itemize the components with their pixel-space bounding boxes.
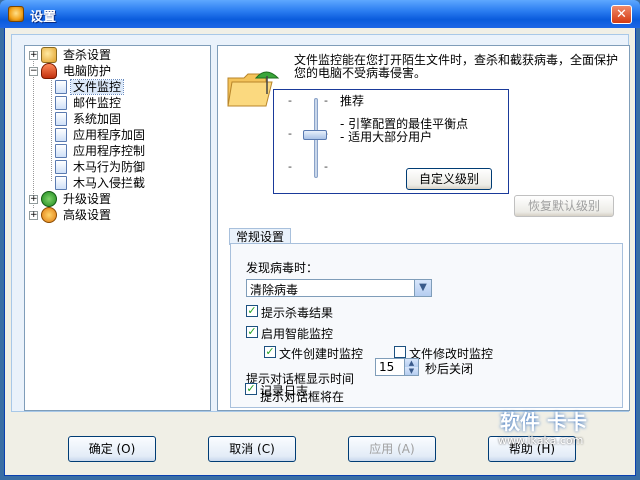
spinner-up-icon[interactable]: ▲ [404,359,418,367]
tree-item-mail-monitor[interactable]: 邮件监控 [55,95,123,111]
settings-window: 设置 ✕ + 查杀设置 − 电脑防护 文件监控 邮件监控 系统加固 应用程序加固… [0,0,640,480]
tree-item-file-monitor[interactable]: 文件监控 [55,79,125,95]
cancel-button[interactable]: 取消 (C) [208,436,296,462]
dialog-seconds-spinner[interactable]: 15 ▲ ▼ [375,358,419,376]
tree-item-app-control[interactable]: 应用程序控制 [55,143,147,159]
document-icon [55,128,67,142]
tree-label: 应用程序控制 [73,144,146,158]
apply-button[interactable]: 应用 (A) [348,436,436,462]
tree-label: 系统加固 [73,112,122,126]
document-icon [55,80,67,94]
content-frame: + 查杀设置 − 电脑防护 文件监控 邮件监控 系统加固 应用程序加固 应用程序… [11,34,630,412]
ok-button[interactable]: 确定 (O) [68,436,156,462]
document-icon [55,112,67,126]
tree-label: 木马行为防御 [73,160,146,174]
smart-monitor-label: 启用智能监控 [261,327,334,341]
tree-label: 应用程序加固 [73,128,146,142]
settings-tree: + 查杀设置 − 电脑防护 文件监控 邮件监控 系统加固 应用程序加固 应用程序… [24,45,211,411]
tree-item-app-hardening[interactable]: 应用程序加固 [55,127,147,143]
tree-label: 查杀设置 [63,48,112,62]
on-virus-select[interactable]: 清除病毒 ▼ [246,279,432,297]
log-label: 记录日志 [260,384,309,398]
tree-label: 升级设置 [63,192,112,206]
watermark-logo: 软件 卡卡 [500,410,587,434]
document-icon [55,144,67,158]
close-button[interactable]: ✕ [611,5,632,24]
tree-item-system-hardening[interactable]: 系统加固 [55,111,123,127]
spinner-down-icon[interactable]: ▼ [404,367,418,375]
level-name: 推荐 [340,94,365,108]
watermark-url: www.ikaka.com [498,434,584,447]
folder-umbrella-icon [227,71,280,107]
feature-description: 文件监控能在您打开陌生文件时，查杀和截获病毒，全面保护您的电脑不受病毒侵害。 [294,53,619,80]
expand-plus-icon[interactable]: + [29,195,38,204]
shield-icon [41,63,57,79]
tree-label: 高级设置 [63,208,112,222]
on-virus-select-value: 清除病毒 [250,283,299,297]
tree-label: 木马入侵拦截 [73,176,146,190]
spinner-buttons: ▲ ▼ [404,359,418,375]
custom-level-button[interactable]: 自定义级别 [406,168,492,190]
tree-label: 邮件监控 [73,96,122,110]
create-monitor-checkbox[interactable]: ✓ [264,346,276,358]
window-title: 设置 [30,10,57,25]
tree-item-trojan-behavior[interactable]: 木马行为防御 [55,159,147,175]
show-result-label: 提示杀毒结果 [261,306,334,320]
dialog-time-suffix: 秒后关闭 [425,362,474,376]
document-icon [55,176,67,190]
modify-monitor-checkbox[interactable]: ✓ [394,346,406,358]
tree-label: 文件监控 [69,79,125,95]
create-monitor-label: 文件创建时监控 [279,347,364,361]
expand-plus-icon[interactable]: + [29,211,38,220]
tree-connector [51,74,52,181]
slider-tick: - [288,160,292,173]
tree-label: 电脑防护 [63,64,112,78]
update-check-icon [41,191,57,207]
file-monitor-panel: 文件监控能在您打开陌生文件时，查杀和截获病毒，全面保护您的电脑不受病毒侵害。 -… [217,45,630,411]
restore-default-level-button[interactable]: 恢复默认级别 [514,195,614,217]
log-checkbox[interactable]: ✓ [245,383,257,395]
slider-tick: - [288,94,292,107]
slider-tick: - [288,127,292,140]
dialog-seconds-value: 15 [379,360,395,374]
app-logo-icon [8,6,24,22]
title-bar[interactable]: 设置 ✕ [0,0,640,28]
on-virus-label: 发现病毒时： [246,261,319,275]
slider-tick: - [324,160,328,173]
tree-connector [33,56,34,208]
level-desc-2: - 适用大部分用户 [340,130,433,144]
document-icon [55,160,67,174]
magnifier-icon [41,47,57,63]
level-slider-thumb[interactable] [303,130,327,140]
expand-plus-icon[interactable]: + [29,51,38,60]
document-icon [55,96,67,110]
collapse-minus-icon[interactable]: − [29,67,38,76]
show-result-checkbox[interactable]: ✓ [246,305,258,317]
tree-item-trojan-intrusion[interactable]: 木马入侵拦截 [55,175,147,191]
gear-icon [41,207,57,223]
security-level-box: - - - - - - 推荐 - 引擎配置的最佳平衡点 - 适用大部分用户 自定… [273,89,509,194]
smart-monitor-checkbox[interactable]: ✓ [246,326,258,338]
slider-tick: - [324,94,328,107]
chevron-down-icon[interactable]: ▼ [414,280,431,296]
